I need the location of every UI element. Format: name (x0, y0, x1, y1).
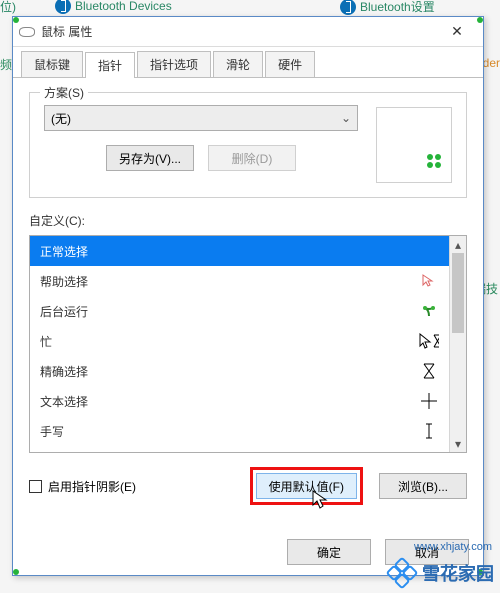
checkbox-icon[interactable] (29, 480, 42, 493)
list-item[interactable]: 正常选择 (30, 236, 449, 266)
tab-hardware[interactable]: 硬件 (265, 51, 315, 77)
ok-button[interactable]: 确定 (287, 539, 371, 565)
list-item[interactable]: 精确选择 (30, 356, 449, 386)
mouse-icon (19, 27, 35, 37)
list-item[interactable]: 文本选择 (30, 386, 449, 416)
scrollbar[interactable]: ▴ ▾ (449, 236, 466, 452)
scroll-thumb[interactable] (452, 253, 464, 333)
chevron-down-icon: ⌄ (341, 111, 351, 125)
customize-label: 自定义(C): (29, 212, 467, 229)
browse-button[interactable]: 浏览(B)... (379, 473, 467, 499)
highlight-annotation: 使用默认值(F) (250, 467, 363, 505)
tab-pointers[interactable]: 指针 (85, 52, 135, 78)
save-as-button[interactable]: 另存为(V)... (106, 145, 194, 171)
clover-icon (419, 245, 439, 257)
bg-text-left: 位) (0, 0, 16, 15)
watermark-text: 雪花家园 (422, 560, 494, 586)
bg-text-freq: 频 (0, 56, 12, 73)
pointers-panel: 方案(S) (无) ⌄ 另存为(V)... 删除(D) 自定义(C): (13, 78, 483, 519)
bg-bluetooth-settings: Bluetooth设置 (340, 0, 435, 15)
hourglass-icon (419, 363, 439, 379)
crosshair-icon (419, 393, 439, 409)
list-item[interactable]: 手写 (30, 416, 449, 446)
snowflake-icon (388, 559, 416, 587)
cursor-preview-box (376, 107, 452, 183)
sprout-icon (419, 304, 439, 318)
ibeam-icon (419, 423, 439, 439)
dialog-title: 鼠标 属性 (41, 23, 437, 40)
clover-icon (427, 154, 441, 168)
list-item[interactable]: 忙 (30, 326, 449, 356)
cursor-listbox[interactable]: 正常选择 帮助选择 后台运行 忙 (29, 235, 467, 453)
bg-text-der: der (483, 56, 500, 70)
scheme-value: (无) (51, 110, 71, 127)
titlebar[interactable]: 鼠标 属性 ✕ (13, 17, 483, 47)
scheme-group: 方案(S) (无) ⌄ 另存为(V)... 删除(D) (29, 92, 467, 198)
bluetooth-icon (340, 0, 356, 15)
tab-pointer-options[interactable]: 指针选项 (137, 51, 211, 77)
delete-button: 删除(D) (208, 145, 296, 171)
pointer-shadow-checkbox[interactable]: 启用指针阴影(E) (29, 478, 136, 495)
tab-wheel[interactable]: 滑轮 (213, 51, 263, 77)
scheme-combobox[interactable]: (无) ⌄ (44, 105, 358, 131)
close-button[interactable]: ✕ (437, 18, 477, 46)
bluetooth-icon (55, 0, 71, 14)
tab-buttons[interactable]: 鼠标键 (21, 51, 83, 77)
scroll-down-icon[interactable]: ▾ (450, 435, 466, 452)
watermark: 雪花家园 (388, 559, 494, 587)
checkbox-label: 启用指针阴影(E) (48, 478, 136, 495)
list-item[interactable]: 后台运行 (30, 296, 449, 326)
scheme-label: 方案(S) (40, 84, 88, 101)
use-default-button[interactable]: 使用默认值(F) (256, 473, 357, 499)
scroll-up-icon[interactable]: ▴ (450, 236, 466, 253)
scroll-track[interactable] (450, 253, 466, 435)
help-arrow-icon (419, 274, 439, 288)
list-item[interactable]: 帮助选择 (30, 266, 449, 296)
mouse-properties-dialog: 鼠标 属性 ✕ 鼠标键 指针 指针选项 滑轮 硬件 方案(S) (无) ⌄ 另存… (12, 16, 484, 576)
watermark-domain: www.xhjaty.com (414, 541, 492, 553)
tabstrip: 鼠标键 指针 指针选项 滑轮 硬件 (13, 47, 483, 78)
arrow-hourglass-icon (419, 333, 439, 349)
bg-bluetooth-devices: Bluetooth Devices (55, 0, 172, 14)
